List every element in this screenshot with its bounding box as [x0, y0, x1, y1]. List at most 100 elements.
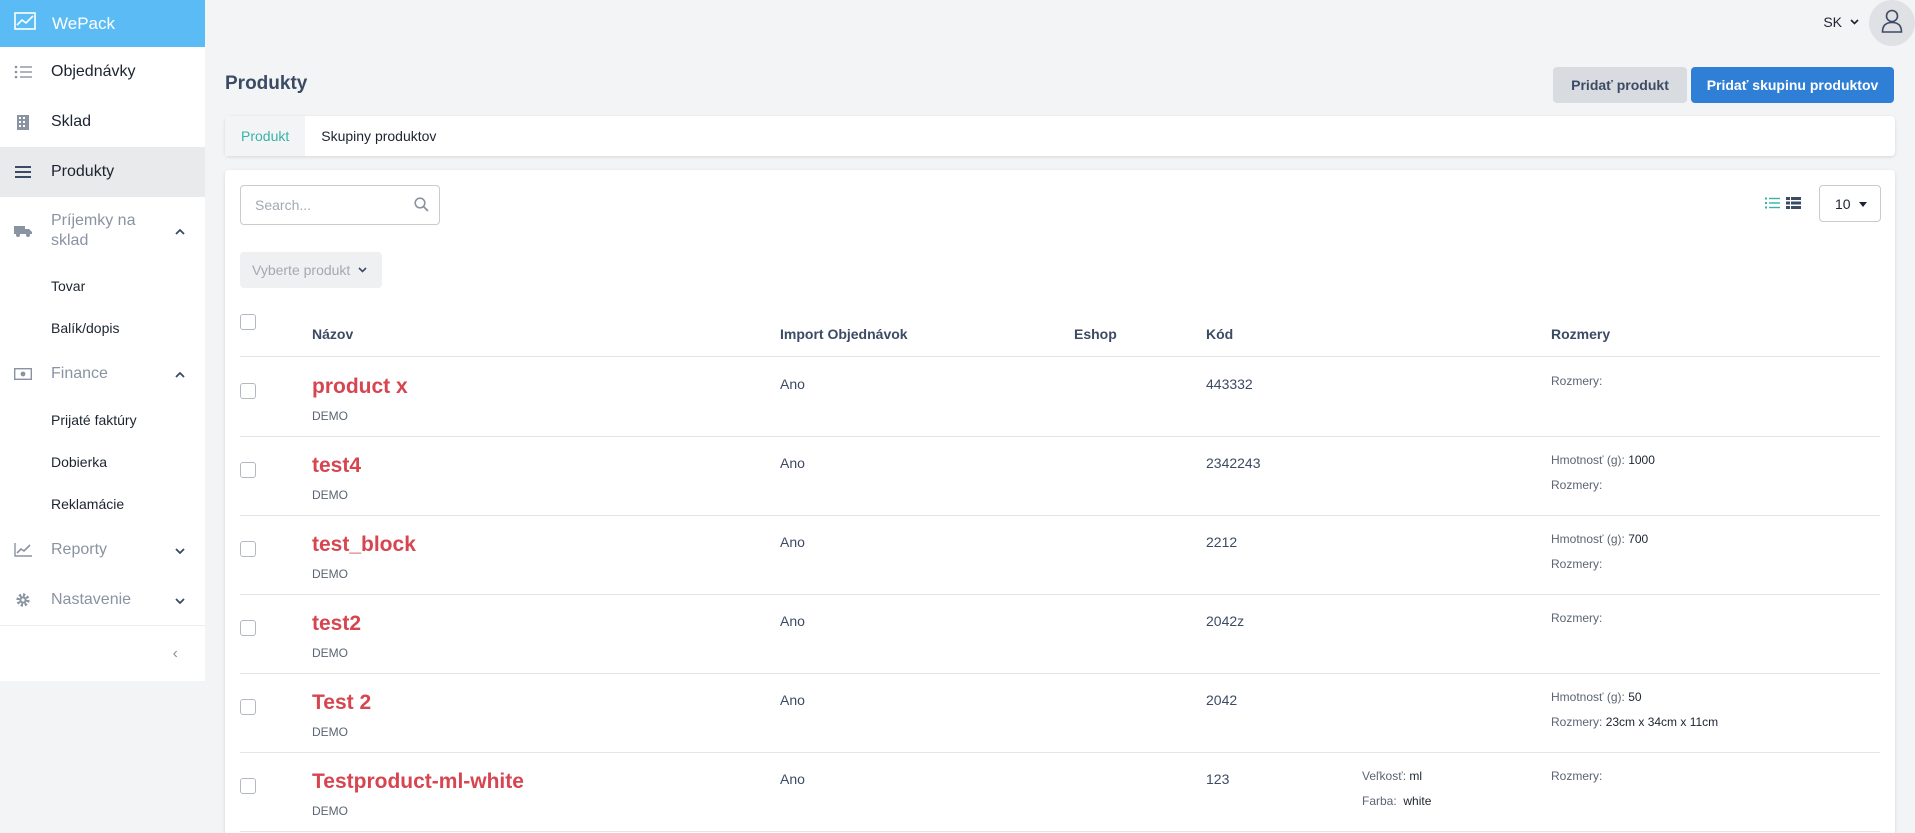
building-icon	[14, 113, 32, 131]
main-content: Produkty Pridať produkt Pridať skupinu p…	[225, 47, 1895, 833]
import-value: Ano	[780, 376, 805, 392]
import-value: Ano	[780, 613, 805, 629]
select-product-label: Vyberte produkt	[252, 262, 351, 278]
tab-produkt[interactable]: Produkt	[225, 116, 306, 156]
page-size-select[interactable]: 10	[1819, 185, 1881, 222]
sidebar-item-prijemky[interactable]: Príjemky na sklad	[0, 197, 205, 265]
sidebar-item-finance[interactable]: Finance	[0, 349, 205, 399]
row-checkbox[interactable]	[240, 778, 256, 794]
chevron-up-icon	[175, 224, 185, 238]
import-value: Ano	[780, 455, 805, 471]
table-header: Názov Import Objednávok Eshop Kód Rozmer…	[240, 302, 1880, 357]
sidebar-item-label: Finance	[51, 365, 108, 382]
product-name-link[interactable]: test_block	[312, 533, 416, 557]
column-header-dims[interactable]: Rozmery	[1551, 326, 1610, 342]
chart-logo-icon	[14, 12, 52, 35]
sidebar-subitem-reklamacie[interactable]: Reklamácie	[0, 483, 205, 525]
product-shop: DEMO	[312, 804, 348, 818]
table-row[interactable]: test2 DEMO Ano 2042z Rozmery:	[240, 595, 1880, 674]
table-row[interactable]: test4 DEMO Ano 2342243 Hmotnosť (g): 1000 Roz…	[240, 437, 1880, 516]
product-name-link[interactable]: Testproduct-ml-white	[312, 770, 524, 794]
row-checkbox[interactable]	[240, 462, 256, 478]
code-value: 2042z	[1206, 613, 1245, 629]
language-selector[interactable]: SK	[1823, 14, 1859, 30]
chevron-down-icon	[358, 265, 367, 276]
weight-value: Hmotnosť (g): 50	[1551, 690, 1642, 704]
sidebar-subitem-tovar[interactable]: Tovar	[0, 265, 205, 307]
sidebar-item-label: Objednávky	[51, 63, 136, 80]
search-input[interactable]: Search...	[240, 185, 440, 225]
add-product-button[interactable]: Pridať produkt	[1553, 67, 1687, 103]
dimensions-value: Rozmery:	[1551, 611, 1603, 625]
money-icon	[14, 365, 32, 383]
column-header-import[interactable]: Import Objednávok	[780, 326, 908, 342]
chevron-left-icon: ‹	[172, 644, 178, 662]
import-value: Ano	[780, 692, 805, 708]
table-row[interactable]: Testproduct-ml-white DEMO Ano 123 Veľkosť: m…	[240, 753, 1880, 832]
row-checkbox[interactable]	[240, 541, 256, 557]
table-view-icon[interactable]	[1786, 196, 1801, 214]
sidebar-item-produkty[interactable]: Produkty	[0, 147, 205, 197]
column-header-eshop[interactable]: Eshop	[1074, 326, 1117, 342]
sidebar-subitem-dobierka[interactable]: Dobierka	[0, 441, 205, 483]
variant-size: Veľkosť: ml	[1362, 769, 1423, 783]
sidebar-item-objednavky[interactable]: Objednávky	[0, 47, 205, 97]
sidebar-item-sklad[interactable]: Sklad	[0, 97, 205, 147]
view-toggles	[1765, 196, 1801, 214]
sidebar-item-nastavenie[interactable]: Nastavenie	[0, 575, 205, 625]
sidebar-item-label: Príjemky na sklad	[51, 212, 136, 249]
search-icon[interactable]	[414, 197, 429, 215]
dimensions-value: Rozmery:	[1551, 769, 1603, 783]
dimensions-value: Rozmery:	[1551, 374, 1603, 388]
product-name-link[interactable]: test2	[312, 612, 361, 636]
column-header-name[interactable]: Názov	[312, 326, 353, 342]
language-label: SK	[1823, 14, 1842, 30]
search-placeholder: Search...	[255, 197, 312, 213]
add-product-group-button[interactable]: Pridať skupinu produktov	[1691, 67, 1894, 103]
product-shop: DEMO	[312, 488, 348, 502]
table-row[interactable]: Test 2 DEMO Ano 2042 Hmotnosť (g): 50 Rozmery…	[240, 674, 1880, 753]
dimensions-value: Rozmery:	[1551, 557, 1603, 571]
sidebar-item-label: Reporty	[51, 541, 108, 558]
select-all-checkbox[interactable]	[240, 314, 256, 330]
table-row[interactable]: test_block DEMO Ano 2212 Hmotnosť (g): 700 Ro…	[240, 516, 1880, 595]
tabs: Produkt Skupiny produktov	[225, 116, 1895, 156]
row-checkbox[interactable]	[240, 699, 256, 715]
product-shop: DEMO	[312, 725, 348, 739]
product-shop: DEMO	[312, 567, 348, 581]
list-view-icon[interactable]	[1765, 196, 1780, 214]
code-value: 2342243	[1206, 455, 1261, 471]
brand-name: WePack	[52, 13, 115, 33]
sidebar-subitem-prijate-faktury[interactable]: Prijaté faktúry	[0, 399, 205, 441]
sidebar-item-label: Produkty	[51, 163, 115, 180]
brand[interactable]: WePack	[0, 0, 205, 47]
tab-skupiny-produktov[interactable]: Skupiny produktov	[305, 116, 452, 156]
product-name-link[interactable]: test4	[312, 454, 361, 478]
user-avatar[interactable]	[1869, 0, 1915, 46]
chart-line-icon	[14, 541, 32, 559]
list-icon	[14, 63, 32, 81]
weight-value: Hmotnosť (g): 1000	[1551, 453, 1655, 467]
select-product-dropdown[interactable]: Vyberte produkt	[240, 252, 382, 288]
column-header-code[interactable]: Kód	[1206, 326, 1233, 342]
chevron-down-icon	[175, 593, 185, 607]
import-value: Ano	[780, 534, 805, 550]
product-name-link[interactable]: product x	[312, 375, 408, 399]
dimensions-value: Rozmery: 23cm x 34cm x 11cm	[1551, 715, 1719, 729]
gear-icon	[14, 591, 32, 609]
chevron-up-icon	[175, 367, 185, 381]
sidebar-collapse-button[interactable]: ‹	[0, 625, 205, 681]
code-value: 2212	[1206, 534, 1238, 550]
row-checkbox[interactable]	[240, 383, 256, 399]
caret-down-icon	[1858, 199, 1867, 209]
sidebar-subitem-balik[interactable]: Balík/dopis	[0, 307, 205, 349]
table-row[interactable]: product x DEMO Ano 443332 Rozmery:	[240, 358, 1880, 437]
sidebar-item-reporty[interactable]: Reporty	[0, 525, 205, 575]
product-shop: DEMO	[312, 409, 348, 423]
dimensions-value: Rozmery:	[1551, 478, 1603, 492]
product-name-link[interactable]: Test 2	[312, 691, 371, 715]
code-value: 123	[1206, 771, 1230, 787]
header: SK	[205, 0, 1915, 47]
row-checkbox[interactable]	[240, 620, 256, 636]
sidebar: WePack Objednávky Sklad Produkty Príjemk…	[0, 0, 205, 833]
